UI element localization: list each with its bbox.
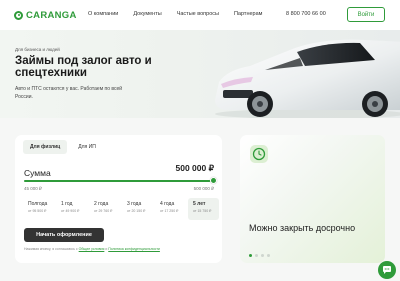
- car-image: [215, 39, 400, 118]
- term-payment: от 17 250 ₽: [160, 209, 179, 213]
- top-header: CARANGA О компании Документы Частые вопр…: [0, 0, 400, 30]
- term-label: 4 года: [160, 201, 175, 207]
- term-options: Полгода от 95 500 ₽ 1 год от 49 900 ₽ 2 …: [23, 198, 219, 220]
- nav-item-partners[interactable]: Партнерам: [234, 11, 262, 17]
- term-payment: от 15 750 ₽: [193, 209, 212, 213]
- term-label: Полгода: [28, 201, 48, 207]
- term-label: 3 года: [127, 201, 142, 207]
- hero-banner: Для бизнеса и людей Займы под залог авто…: [0, 30, 400, 118]
- hero-subtitle: Авто и ПТС остаются у вас. Работаем по в…: [15, 86, 123, 100]
- term-option[interactable]: 1 год от 49 900 ₽: [56, 198, 87, 220]
- term-payment: от 95 500 ₽: [28, 209, 47, 213]
- carousel-dots: [249, 254, 270, 257]
- term-label: 1 год: [61, 201, 73, 207]
- term-option[interactable]: 3 года от 20 150 ₽: [122, 198, 153, 220]
- promo-title: Можно закрыть досрочно: [249, 223, 356, 233]
- consent-disclaimer: Нажимая кнопку, я соглашаюсь с Общие усл…: [24, 247, 214, 252]
- sum-label: Сумма: [24, 168, 51, 178]
- phone-link[interactable]: 8 800 700 66 00: [286, 11, 326, 17]
- sum-max-label: 500 000 ₽: [193, 186, 214, 191]
- start-application-button[interactable]: Начать оформление: [24, 228, 104, 242]
- nav-item-documents[interactable]: Документы: [133, 11, 161, 17]
- carousel-dot[interactable]: [261, 254, 264, 257]
- carousel-dot[interactable]: [249, 254, 252, 257]
- client-type-tabs: Для физлиц Для ИП: [23, 140, 103, 154]
- sum-min-label: 45 000 ₽: [24, 186, 42, 191]
- carousel-dot[interactable]: [267, 254, 270, 257]
- chat-button[interactable]: [378, 261, 396, 279]
- terms-link[interactable]: Общие условия: [79, 247, 105, 251]
- slider-handle[interactable]: [210, 177, 217, 184]
- carousel-dot[interactable]: [255, 254, 258, 257]
- term-payment: от 49 900 ₽: [61, 209, 80, 213]
- brand-name: CARANGA: [26, 9, 77, 21]
- loan-calculator: Для физлиц Для ИП Сумма 500 000 ₽ 45 000…: [15, 135, 222, 263]
- term-option[interactable]: Полгода от 95 500 ₽: [23, 198, 54, 220]
- logo-icon: [14, 10, 23, 20]
- disclaimer-text: Нажимая кнопку, я соглашаюсь с: [24, 247, 79, 251]
- term-label: 5 лет: [193, 201, 206, 207]
- term-option[interactable]: 5 лет от 15 750 ₽: [188, 198, 219, 220]
- term-payment: от 29 760 ₽: [94, 209, 113, 213]
- term-option[interactable]: 2 года от 29 760 ₽: [89, 198, 120, 220]
- nav-item-about[interactable]: О компании: [88, 11, 118, 17]
- term-label: 2 года: [94, 201, 109, 207]
- login-button[interactable]: Войти: [347, 7, 385, 22]
- tab-entrepreneurs[interactable]: Для ИП: [71, 140, 103, 154]
- sum-slider[interactable]: [24, 177, 217, 184]
- slider-fill: [24, 180, 214, 182]
- promo-card: Можно закрыть досрочно: [240, 135, 385, 263]
- hero-tag: Для бизнеса и людей: [15, 47, 60, 52]
- clock-icon: [250, 145, 268, 163]
- sum-range: 45 000 ₽ 500 000 ₽: [24, 186, 214, 192]
- main-nav: О компании Документы Частые вопросы Парт…: [88, 11, 262, 17]
- hero-title: Займы под залог авто и спецтехники: [15, 55, 152, 79]
- brand-logo[interactable]: CARANGA: [14, 10, 77, 21]
- chat-icon: [383, 266, 391, 274]
- privacy-link[interactable]: Политика конфиденциальности: [108, 247, 160, 251]
- term-option[interactable]: 4 года от 17 250 ₽: [155, 198, 186, 220]
- nav-item-faq[interactable]: Частые вопросы: [177, 11, 219, 17]
- sum-value[interactable]: 500 000 ₽: [176, 163, 215, 174]
- tab-individuals[interactable]: Для физлиц: [23, 140, 68, 154]
- term-payment: от 20 150 ₽: [127, 209, 146, 213]
